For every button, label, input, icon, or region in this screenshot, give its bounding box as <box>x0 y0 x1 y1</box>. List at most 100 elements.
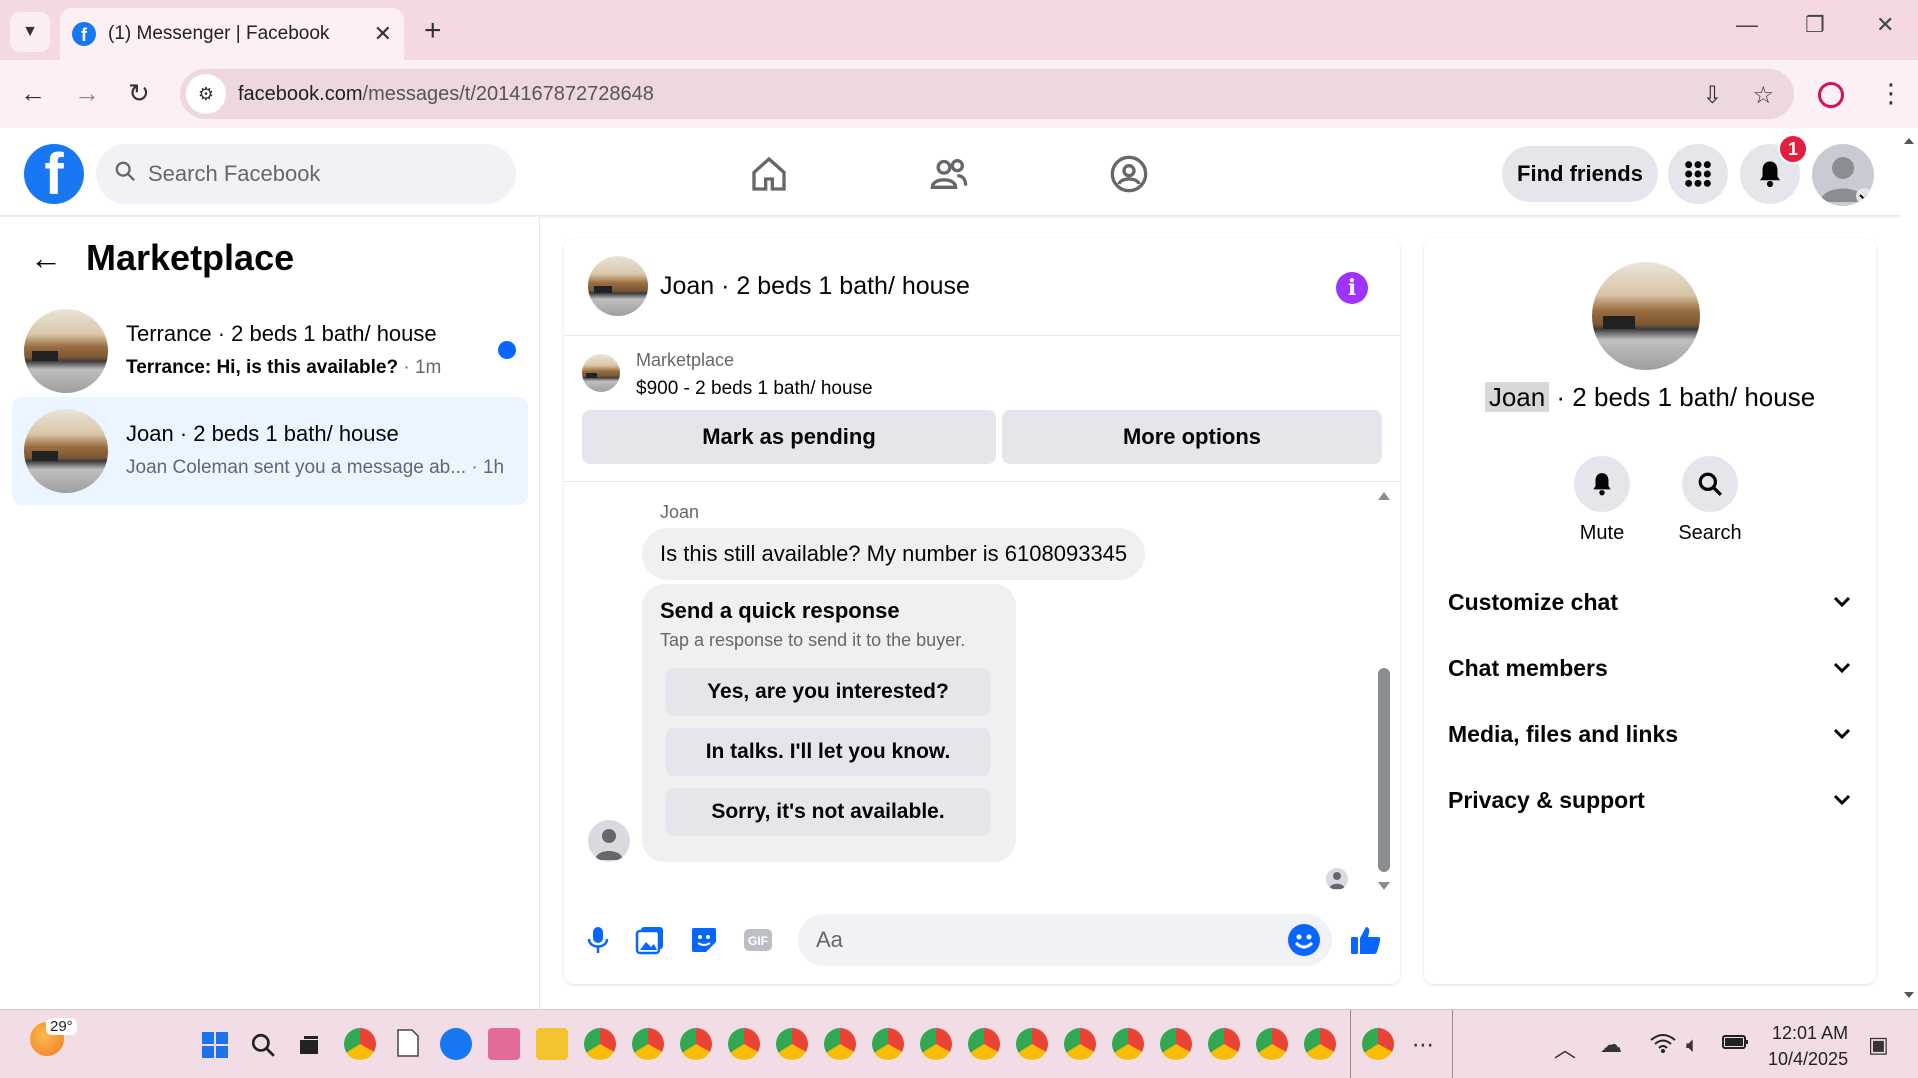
chrome-window-icon[interactable] <box>968 1028 1000 1060</box>
conversation-item-selected[interactable]: Joan · 2 beds 1 bath/ house Joan Coleman… <box>12 397 528 505</box>
weather-widget[interactable]: 29° <box>30 1018 77 1056</box>
page-scrollbar[interactable] <box>1900 128 1918 1008</box>
emoji-icon[interactable] <box>1288 924 1320 956</box>
new-tab-button[interactable]: + <box>424 14 442 48</box>
chrome-window-icon[interactable] <box>680 1028 712 1060</box>
account-avatar[interactable] <box>1812 144 1874 206</box>
quick-response-button[interactable]: Yes, are you interested? <box>666 668 990 716</box>
search-icon <box>1698 472 1722 496</box>
facebook-logo[interactable]: f <box>24 144 84 204</box>
restore-window-icon[interactable]: ❐ <box>1805 12 1825 38</box>
quick-response-button[interactable]: Sorry, it's not available. <box>666 788 990 836</box>
chrome-window-icon[interactable] <box>1112 1028 1144 1060</box>
chrome-window-icon[interactable] <box>1304 1028 1336 1060</box>
find-friends-button[interactable]: Find friends <box>1502 146 1658 202</box>
reload-icon[interactable]: ↻ <box>128 78 150 109</box>
message-bubble[interactable]: Is this still available? My number is 61… <box>642 528 1146 580</box>
snipping-tool-icon[interactable] <box>488 1028 520 1060</box>
listing-thumbnail <box>24 309 108 393</box>
mark-as-pending-button[interactable]: Mark as pending <box>582 410 996 464</box>
volume-icon[interactable]: 🔈︎ <box>1686 1032 1699 1058</box>
chrome-window-icon[interactable] <box>632 1028 664 1060</box>
browser-tab-active[interactable]: f (1) Messenger | Facebook ✕ <box>60 8 404 60</box>
clock-time: 12:01 AM <box>1772 1023 1849 1043</box>
show-hidden-icons-icon[interactable]: ︿ <box>1554 1032 1576 1064</box>
chrome-window-icon[interactable] <box>824 1028 856 1060</box>
chrome-window-icon[interactable] <box>584 1028 616 1060</box>
chrome-window-icon[interactable] <box>1064 1028 1096 1060</box>
section-label: Chat members <box>1448 654 1608 681</box>
gif-icon[interactable]: GIF <box>742 924 774 956</box>
facebook-app-icon[interactable] <box>440 1028 472 1060</box>
bookmark-star-icon[interactable]: ☆ <box>1752 81 1774 110</box>
thumbs-up-icon[interactable] <box>1350 924 1382 956</box>
quick-response-card: Send a quick response Tap a response to … <box>642 584 1016 862</box>
install-app-icon[interactable]: ⇩ <box>1702 81 1722 110</box>
message-input[interactable]: Aa <box>798 914 1332 966</box>
quick-response-button[interactable]: In talks. I'll let you know. <box>666 728 990 776</box>
task-view-icon <box>300 1036 318 1054</box>
notification-center-icon[interactable]: ▣ <box>1868 1032 1889 1058</box>
home-icon[interactable] <box>745 150 793 198</box>
browser-menu-icon[interactable]: ⋮ <box>1878 78 1904 109</box>
back-icon[interactable]: ← <box>20 78 46 109</box>
chat-listing-thumbnail[interactable] <box>588 256 648 316</box>
chrome-window-icon[interactable] <box>776 1028 808 1060</box>
url-host: facebook.com <box>238 82 363 105</box>
quick-response-title: Send a quick response <box>660 598 900 623</box>
chrome-window-icon[interactable] <box>1016 1028 1048 1060</box>
minimize-window-icon[interactable]: — <box>1736 12 1758 38</box>
privacy-support-section[interactable]: Privacy & support <box>1448 780 1852 820</box>
more-apps-icon[interactable]: ⋯ <box>1412 1032 1434 1058</box>
chrome-window-icon[interactable] <box>1256 1028 1288 1060</box>
chat-members-section[interactable]: Chat members <box>1448 648 1852 688</box>
menu-grid-button[interactable] <box>1668 144 1728 204</box>
media-files-links-section[interactable]: Media, files and links <box>1448 714 1852 754</box>
close-window-icon[interactable]: ✕ <box>1876 12 1894 38</box>
chat-header: Joan · 2 beds 1 bath/ house i <box>564 238 1400 336</box>
taskbar-search-icon <box>251 1033 275 1057</box>
section-label: Media, files and links <box>1448 720 1679 747</box>
sticker-icon[interactable] <box>688 924 720 956</box>
info-icon[interactable]: i <box>1336 272 1368 304</box>
browser-address-bar: ← → ↻ ⚙ facebook.com/messages/t/20141678… <box>0 60 1918 128</box>
tab-search-button[interactable]: ▼ <box>10 12 50 52</box>
microphone-icon[interactable] <box>582 924 614 956</box>
search-facebook-input[interactable]: Search Facebook <box>96 144 516 204</box>
sender-avatar[interactable] <box>588 820 630 862</box>
forward-icon[interactable]: → <box>74 78 100 109</box>
mute-label: Mute <box>1579 522 1625 544</box>
chrome-window-icon[interactable] <box>1362 1028 1394 1060</box>
chrome-window-icon[interactable] <box>728 1028 760 1060</box>
browser-profile-icon[interactable] <box>1818 82 1844 108</box>
listing-price[interactable]: $900 - 2 beds 1 bath/ house <box>636 378 873 400</box>
chrome-window-icon[interactable] <box>1160 1028 1192 1060</box>
section-label: Customize chat <box>1448 588 1618 615</box>
back-arrow-icon[interactable]: ← <box>30 240 62 277</box>
system-clock[interactable]: 12:01 AM 10/4/2025 <box>1768 1020 1848 1072</box>
photo-icon[interactable] <box>634 924 666 956</box>
chrome-icon[interactable] <box>344 1028 376 1060</box>
conversation-item[interactable]: Terrance · 2 beds 1 bath/ house Terrance… <box>12 297 528 405</box>
friends-icon[interactable] <box>925 150 973 198</box>
chat-info-name-rest: · 2 beds 1 bath/ house <box>1549 382 1816 412</box>
mute-button[interactable]: Mute <box>1562 456 1642 545</box>
onedrive-icon[interactable]: ☁ <box>1600 1032 1622 1058</box>
chat-info-title: Joan · 2 beds 1 bath/ house <box>1424 382 1876 413</box>
search-conversation-button[interactable]: Search <box>1670 456 1750 545</box>
chat-scroll-thumb[interactable] <box>1378 668 1390 872</box>
chrome-window-icon[interactable] <box>872 1028 904 1060</box>
site-settings-icon[interactable]: ⚙ <box>186 74 226 114</box>
close-tab-icon[interactable]: ✕ <box>374 21 392 47</box>
more-options-button[interactable]: More options <box>1002 410 1382 464</box>
customize-chat-section[interactable]: Customize chat <box>1448 582 1852 622</box>
battery-icon <box>1722 1035 1748 1049</box>
file-explorer-icon[interactable] <box>536 1028 568 1060</box>
chrome-window-icon[interactable] <box>1208 1028 1240 1060</box>
chrome-window-icon[interactable] <box>920 1028 952 1060</box>
groups-icon[interactable] <box>1105 150 1153 198</box>
url-field[interactable]: ⚙ facebook.com/messages/t/20141678727286… <box>180 69 1794 119</box>
chat-info-name-highlight: Joan <box>1484 382 1550 412</box>
chat-title[interactable]: Joan · 2 beds 1 bath/ house <box>660 272 970 301</box>
grid-icon <box>1685 161 1711 187</box>
